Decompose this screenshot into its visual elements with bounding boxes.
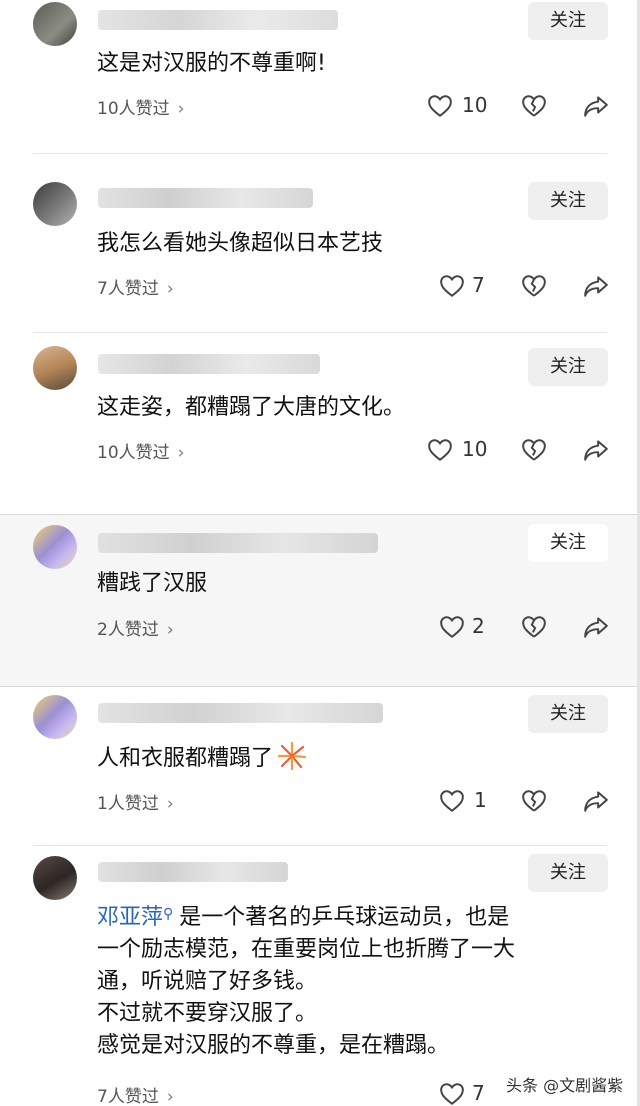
firework-emoji-icon bbox=[277, 741, 307, 771]
heart-icon[interactable] bbox=[439, 789, 465, 813]
avatar[interactable] bbox=[33, 346, 77, 390]
broken-heart-icon[interactable] bbox=[521, 94, 547, 118]
comment-text: 糟践了汉服 bbox=[97, 571, 208, 596]
mention-link[interactable]: 邓亚萍 bbox=[97, 905, 163, 930]
follow-button[interactable]: 关注 bbox=[528, 695, 608, 733]
likes-summary[interactable]: 7人赞过 › bbox=[97, 274, 174, 299]
comment-text-content: 人和衣服都糟蹋了 bbox=[97, 746, 274, 771]
heart-icon[interactable] bbox=[439, 1082, 465, 1106]
share-icon[interactable] bbox=[583, 274, 609, 298]
follow-button[interactable]: 关注 bbox=[528, 2, 608, 40]
comment-line-2: 一个励志模范，在重要岗位上也折腾了一大 bbox=[97, 937, 516, 962]
comment-text: 这走姿，都糟蹋了大唐的文化。 bbox=[97, 395, 406, 420]
divider bbox=[33, 153, 607, 154]
follow-button[interactable]: 关注 bbox=[528, 348, 608, 386]
comment-text: 我怎么看她头像超似日本艺技 bbox=[97, 231, 384, 256]
username-blurred bbox=[98, 703, 383, 723]
like-count: 10 bbox=[462, 93, 488, 117]
avatar[interactable] bbox=[33, 2, 77, 46]
likes-label: 10人赞过 bbox=[97, 443, 170, 463]
follow-button[interactable]: 关注 bbox=[528, 854, 608, 892]
divider bbox=[33, 332, 607, 333]
comment-2: 关注 我怎么看她头像超似日本艺技 7人赞过 › 7 bbox=[0, 168, 640, 328]
share-icon[interactable] bbox=[583, 438, 609, 462]
chevron-right-icon: › bbox=[177, 443, 185, 463]
comment-1: 关注 这是对汉服的不尊重啊! 10人赞过 › 10 bbox=[0, 0, 640, 154]
broken-heart-icon[interactable] bbox=[521, 789, 547, 813]
chevron-right-icon: › bbox=[177, 99, 185, 119]
comment-6: 关注 邓亚萍⚲ 是一个著名的乒乓球运动员，也是 一个励志模范，在重要岗位上也折腾了… bbox=[0, 846, 640, 1106]
comment-line-1: 邓亚萍⚲ 是一个著名的乒乓球运动员，也是 bbox=[97, 898, 617, 934]
comment-4: 关注 糟践了汉服 2人赞过 › 2 bbox=[0, 514, 640, 686]
comment-line-3: 通，听说赔了好多钱。 bbox=[97, 969, 318, 994]
search-icon[interactable]: ⚲ bbox=[163, 906, 173, 922]
username-blurred bbox=[98, 354, 320, 374]
chevron-right-icon: › bbox=[166, 279, 174, 299]
chevron-right-icon: › bbox=[166, 1087, 174, 1106]
likes-label: 2人赞过 bbox=[97, 620, 159, 640]
avatar[interactable] bbox=[33, 182, 77, 226]
follow-button[interactable]: 关注 bbox=[528, 182, 608, 220]
comment-line-4: 不过就不要穿汉服了。 bbox=[97, 1001, 318, 1026]
comment-text: 人和衣服都糟蹋了 bbox=[97, 741, 307, 773]
likes-summary[interactable]: 10人赞过 › bbox=[97, 94, 184, 119]
username-blurred bbox=[98, 10, 338, 30]
like-count: 10 bbox=[462, 437, 488, 461]
likes-summary[interactable]: 2人赞过 › bbox=[97, 615, 174, 640]
heart-icon[interactable] bbox=[439, 274, 465, 298]
watermark: 头条 @文剧酱紫 bbox=[506, 1076, 624, 1095]
comment-text: 邓亚萍⚲ 是一个著名的乒乓球运动员，也是 一个励志模范，在重要岗位上也折腾了一大 … bbox=[97, 898, 617, 1062]
likes-summary[interactable]: 7人赞过 › bbox=[97, 1082, 174, 1106]
broken-heart-icon[interactable] bbox=[521, 438, 547, 462]
like-count: 7 bbox=[472, 273, 485, 297]
username-blurred bbox=[98, 188, 313, 208]
share-icon[interactable] bbox=[583, 789, 609, 813]
heart-icon[interactable] bbox=[427, 438, 453, 462]
likes-label: 7人赞过 bbox=[97, 279, 159, 299]
chevron-right-icon: › bbox=[166, 794, 174, 814]
like-count: 2 bbox=[472, 614, 485, 638]
likes-label: 10人赞过 bbox=[97, 99, 170, 119]
chevron-right-icon: › bbox=[166, 620, 174, 640]
likes-label: 7人赞过 bbox=[97, 1087, 159, 1106]
like-count: 7 bbox=[472, 1081, 485, 1105]
avatar[interactable] bbox=[33, 695, 77, 739]
comment-5: 关注 人和衣服都糟蹋了 1人赞过 › 1 bbox=[0, 686, 640, 846]
avatar[interactable] bbox=[33, 525, 77, 569]
likes-label: 1人赞过 bbox=[97, 794, 159, 814]
heart-icon[interactable] bbox=[427, 94, 453, 118]
heart-icon[interactable] bbox=[439, 615, 465, 639]
comment-3: 关注 这走姿，都糟蹋了大唐的文化。 10人赞过 › 10 bbox=[0, 334, 640, 514]
username-blurred bbox=[98, 533, 378, 553]
comment-line-1-text: 是一个著名的乒乓球运动员，也是 bbox=[179, 905, 510, 930]
broken-heart-icon[interactable] bbox=[521, 274, 547, 298]
comment-line-5: 感觉是对汉服的不尊重，是在糟蹋。 bbox=[97, 1033, 450, 1058]
like-count: 1 bbox=[474, 788, 487, 812]
username-blurred bbox=[98, 862, 288, 882]
share-icon[interactable] bbox=[583, 615, 609, 639]
likes-summary[interactable]: 1人赞过 › bbox=[97, 789, 174, 814]
comment-text: 这是对汉服的不尊重啊! bbox=[97, 51, 326, 76]
avatar[interactable] bbox=[33, 856, 77, 900]
likes-summary[interactable]: 10人赞过 › bbox=[97, 438, 184, 463]
share-icon[interactable] bbox=[583, 94, 609, 118]
follow-button[interactable]: 关注 bbox=[528, 524, 608, 562]
broken-heart-icon[interactable] bbox=[521, 615, 547, 639]
